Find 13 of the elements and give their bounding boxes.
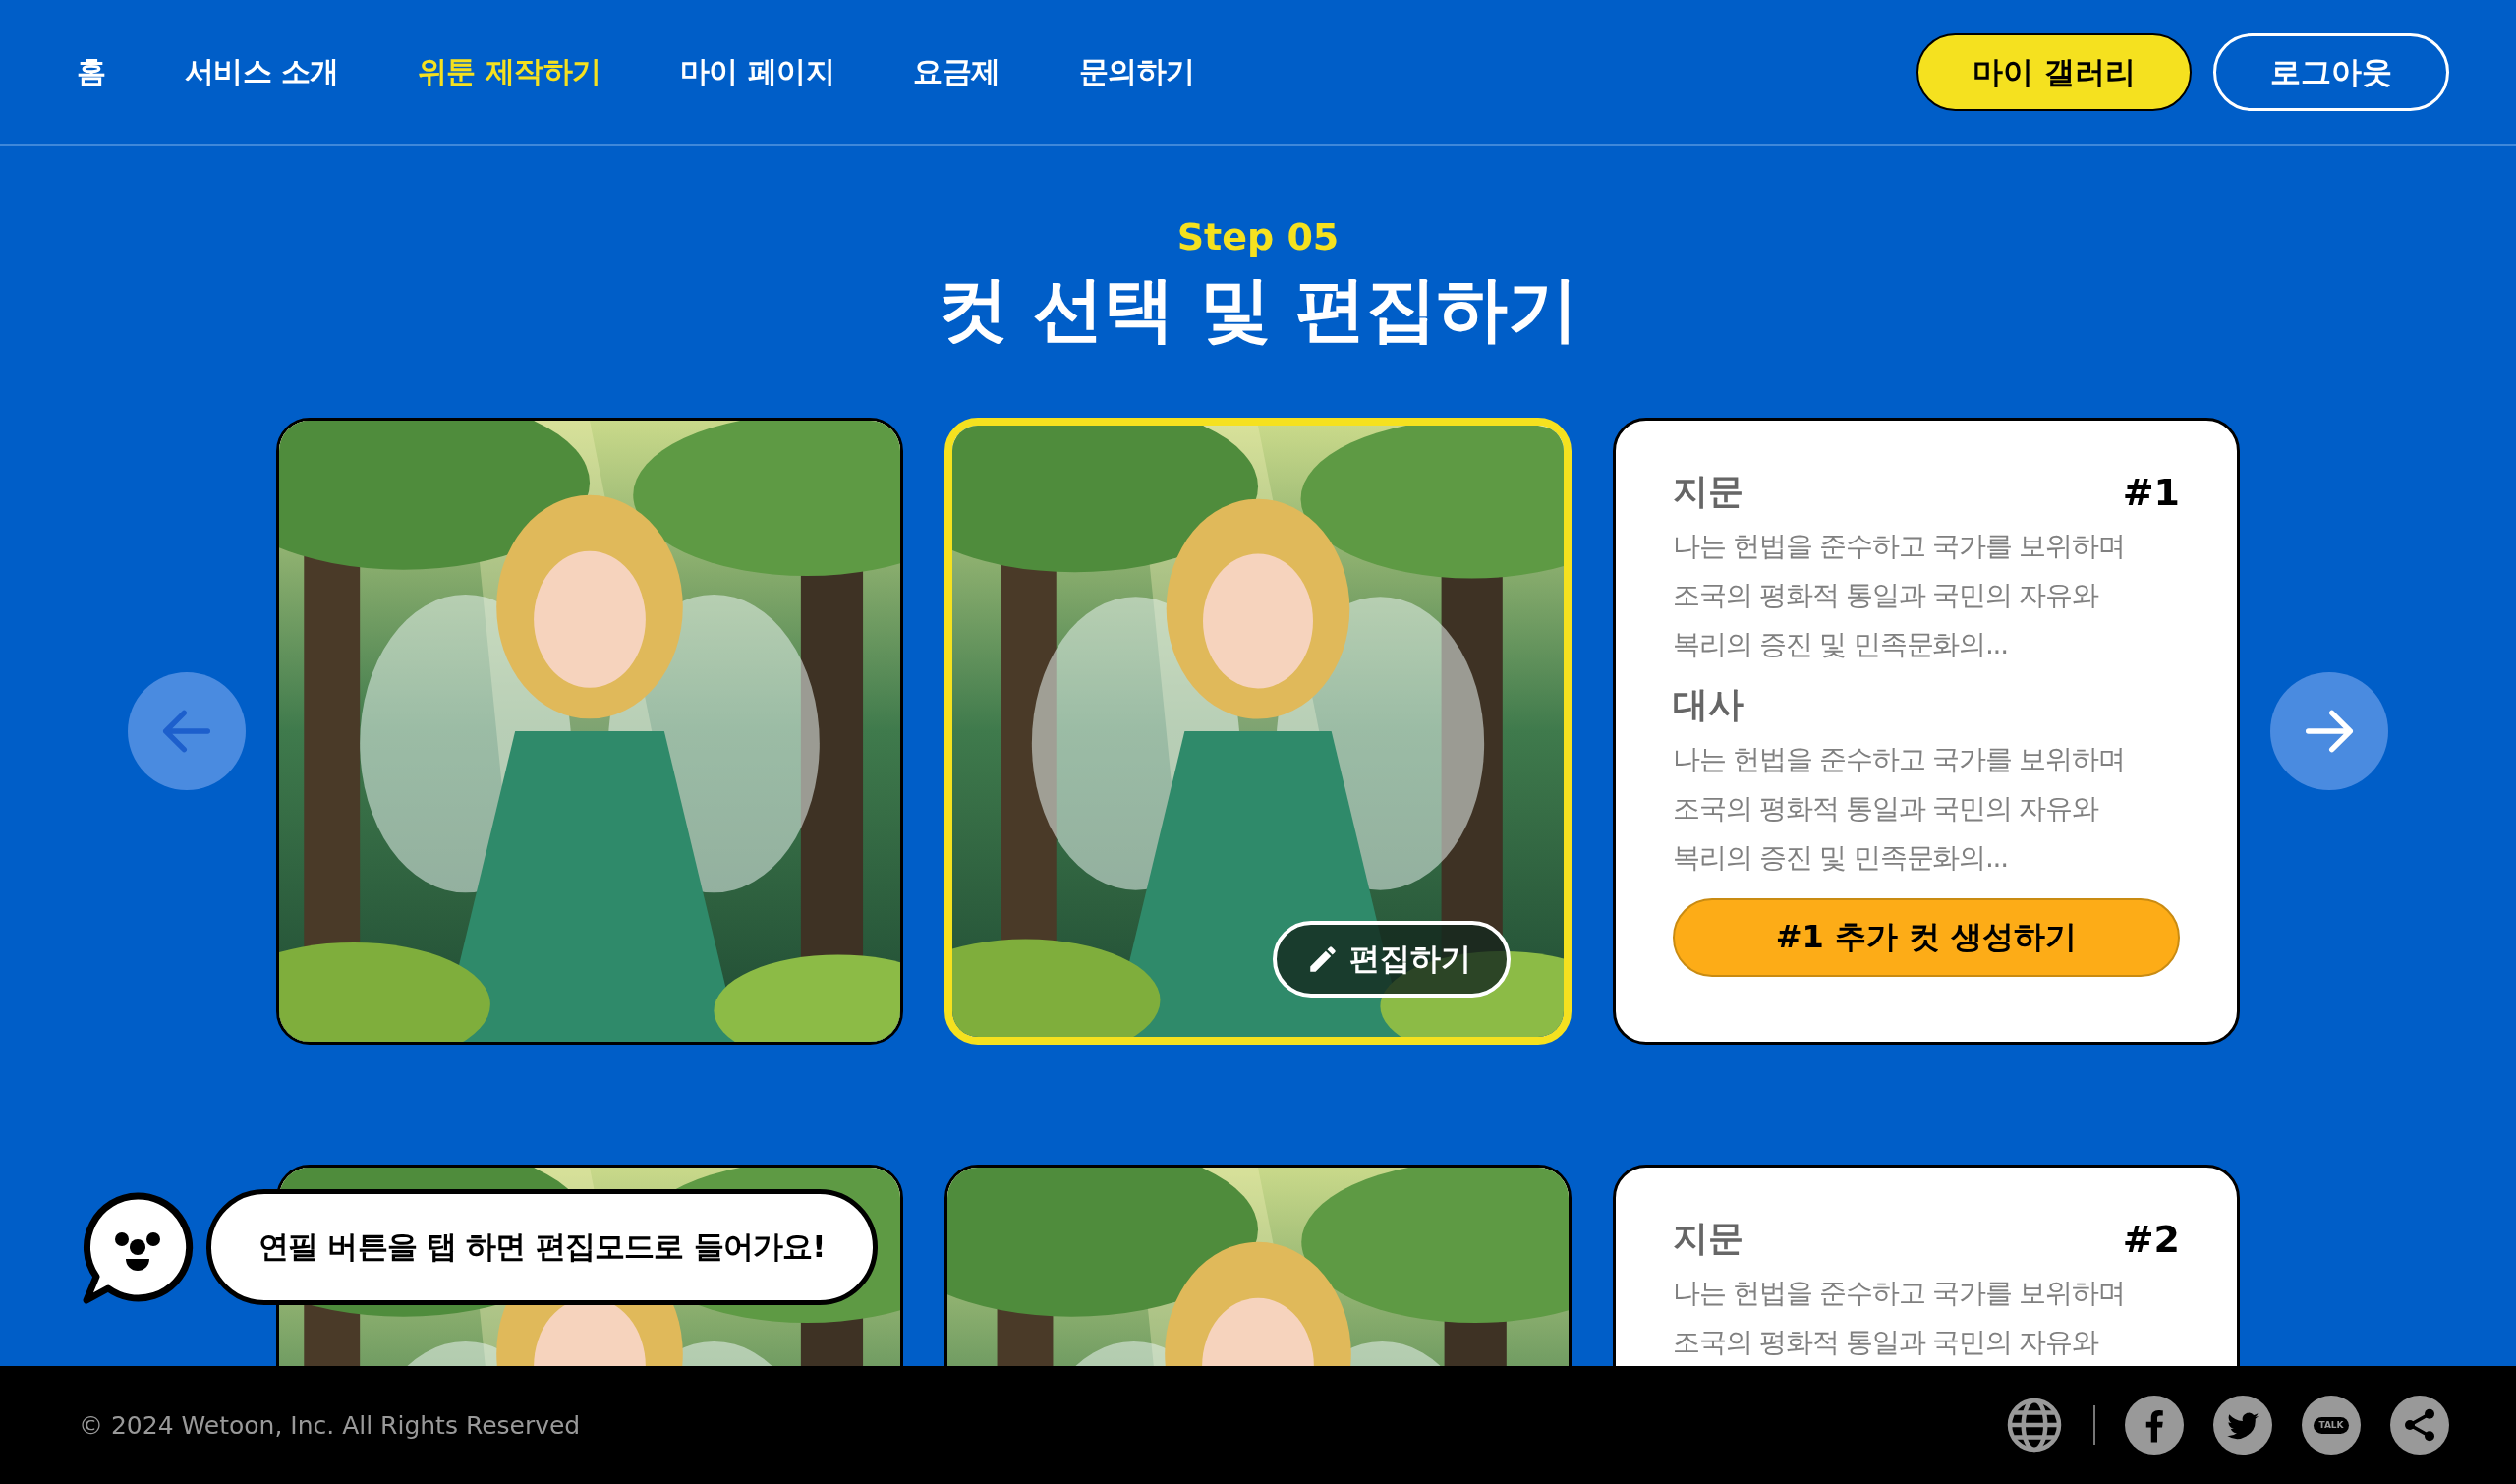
cut-number: #1 xyxy=(2122,470,2180,514)
step-label: Step 05 xyxy=(1176,215,1340,258)
section-text: 나는 헌법을 준수하고 국가를 보위하며 조국의 평화적 통일과 국민의 자유와 복리의 증진 및 민족문화의... xyxy=(1673,529,2126,662)
section-text: 나는 헌법을 준수하고 국가를 보위하며 조국의 평화적 통일과 국민의 자유와 복리의 증진 및 민족문화의... xyxy=(1673,742,2126,876)
copyright-text: © 2024 Wetoon, Inc. All Rights Reserved xyxy=(79,1410,581,1440)
hint-tooltip: 연필 버튼을 탭 하면 편집모드로 들어가요! xyxy=(206,1189,878,1305)
icon-label: TALK xyxy=(2314,1416,2349,1434)
page-title: 컷 선택 및 편집하기 xyxy=(938,266,1578,352)
section-text: 나는 헌법을 준수하고 국가를 보위하며 조국의 평화적 통일과 국민의 자유와 xyxy=(1673,1276,2126,1360)
section-heading: 대사 xyxy=(1673,683,1744,726)
cut-number: #2 xyxy=(2122,1217,2180,1261)
section-heading: 지문 xyxy=(1673,470,1744,513)
section-heading: 지문 xyxy=(1673,1217,1744,1260)
